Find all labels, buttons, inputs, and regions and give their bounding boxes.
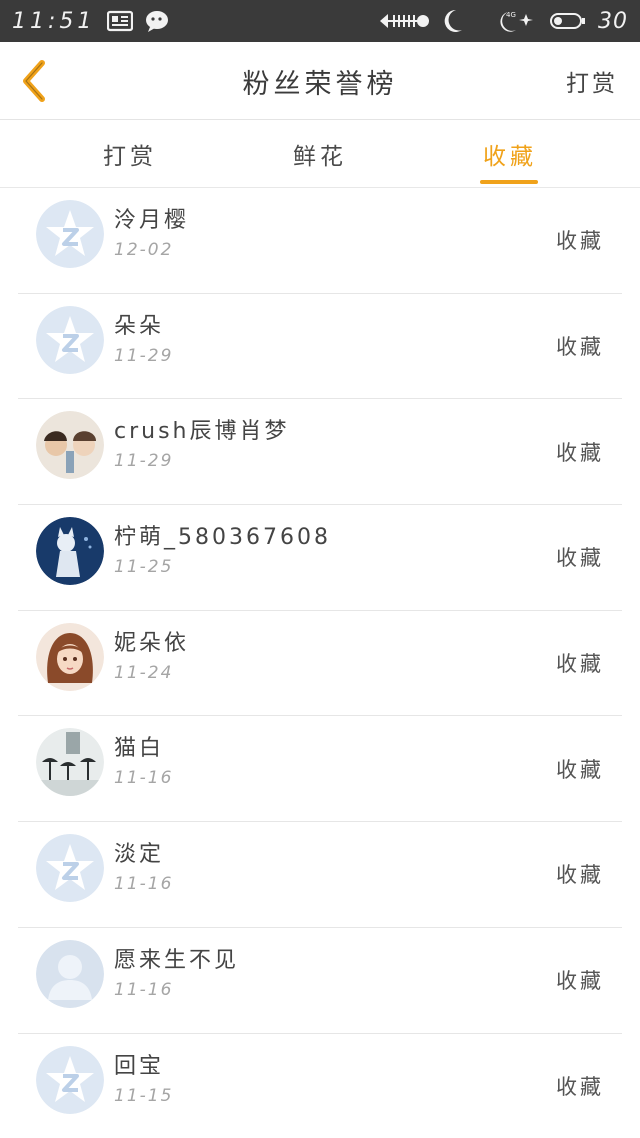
tab-active-indicator: [480, 180, 538, 184]
list-item[interactable]: 淡定 11-16 收藏: [18, 822, 622, 928]
wechat-icon: [145, 9, 173, 33]
list-item[interactable]: 妮朵依 11-24 收藏: [18, 611, 622, 717]
action-label: 收藏: [556, 863, 604, 888]
moon-icon: [442, 8, 486, 34]
list-item[interactable]: 猫白 11-16 收藏: [18, 716, 622, 823]
qq-star-avatar-icon: [36, 305, 104, 374]
status-time: 11:51: [12, 8, 96, 34]
page-title: 粉丝荣誉榜: [242, 68, 398, 100]
user-name: 猫白: [114, 736, 165, 762]
reward-button[interactable]: 打赏: [566, 42, 618, 120]
person-silhouette-avatar-icon: [36, 939, 104, 1008]
user-name: 淡定: [114, 842, 165, 868]
avatar[interactable]: [36, 305, 104, 374]
avatar[interactable]: [36, 200, 104, 268]
list-item[interactable]: 愿来生不见 11-16 收藏: [18, 928, 622, 1034]
date-label: 11-15: [114, 1085, 174, 1106]
avatar-photo: [36, 622, 104, 691]
tab-favorites-label: 收藏: [483, 144, 537, 170]
list-item[interactable]: 泠月樱 12-02 收藏: [18, 188, 622, 294]
user-name: 回宝: [114, 1053, 165, 1079]
avatar[interactable]: [36, 728, 104, 797]
avatar-photo: [36, 517, 104, 586]
user-name: 柠萌_580367608: [114, 525, 331, 551]
tab-flowers[interactable]: 鲜花: [260, 120, 380, 188]
action-label: 收藏: [556, 335, 604, 360]
qq-star-avatar-icon: [36, 200, 104, 268]
battery-icon: [550, 11, 586, 31]
date-label: 11-16: [114, 768, 174, 789]
fan-list: 泠月樱 12-02 收藏 朵朵 11-29 收藏 crush辰博肖梦 11-29 收藏 柠萌_58…: [18, 188, 622, 1138]
news-icon: [107, 10, 134, 32]
action-label: 收藏: [556, 1074, 604, 1099]
action-label: 收藏: [556, 546, 604, 571]
action-label: 收藏: [556, 440, 604, 465]
tab-bar: 打赏 鲜花 收藏: [0, 120, 640, 188]
date-label: 11-29: [114, 345, 174, 366]
user-name: 妮朵依: [114, 630, 190, 656]
list-item[interactable]: 回宝 11-15 收藏: [18, 1034, 622, 1138]
qq-star-avatar-icon: [36, 1045, 104, 1114]
list-item[interactable]: 朵朵 11-29 收藏: [18, 294, 622, 400]
action-label: 收藏: [556, 652, 604, 677]
avatar[interactable]: [36, 411, 104, 480]
list-item[interactable]: 柠萌_580367608 11-25 收藏: [18, 505, 622, 611]
user-name: crush辰博肖梦: [114, 419, 290, 445]
avatar[interactable]: [36, 517, 104, 586]
fish-icon: [378, 11, 430, 31]
avatar[interactable]: [36, 834, 104, 903]
status-bar: 11:51 4G 30: [0, 0, 640, 42]
qq-star-avatar-icon: [36, 834, 104, 903]
battery-level: 30: [598, 8, 628, 34]
date-label: 11-24: [114, 662, 174, 683]
svg-text:4G: 4G: [506, 11, 516, 19]
avatar-photo: [36, 411, 104, 480]
user-name: 泠月樱: [114, 208, 190, 233]
action-label: 收藏: [556, 229, 604, 254]
date-label: 11-16: [114, 979, 174, 1000]
user-name: 愿来生不见: [114, 947, 240, 973]
list-item[interactable]: crush辰博肖梦 11-29 收藏: [18, 399, 622, 506]
tab-reward[interactable]: 打赏: [70, 120, 190, 188]
avatar[interactable]: [36, 939, 104, 1008]
action-label: 收藏: [556, 969, 604, 994]
user-name: 朵朵: [114, 313, 165, 339]
tab-favorites[interactable]: 收藏: [450, 120, 570, 188]
action-label: 收藏: [556, 757, 604, 782]
nav-bar: 粉丝荣誉榜 打赏: [0, 42, 640, 120]
avatar[interactable]: [36, 622, 104, 691]
signal-icon: 4G: [498, 8, 538, 34]
avatar-photo: [36, 728, 104, 797]
avatar[interactable]: [36, 1045, 104, 1114]
date-label: 11-16: [114, 874, 174, 895]
date-label: 12-02: [114, 240, 174, 260]
date-label: 11-29: [114, 451, 174, 472]
date-label: 11-25: [114, 557, 174, 578]
